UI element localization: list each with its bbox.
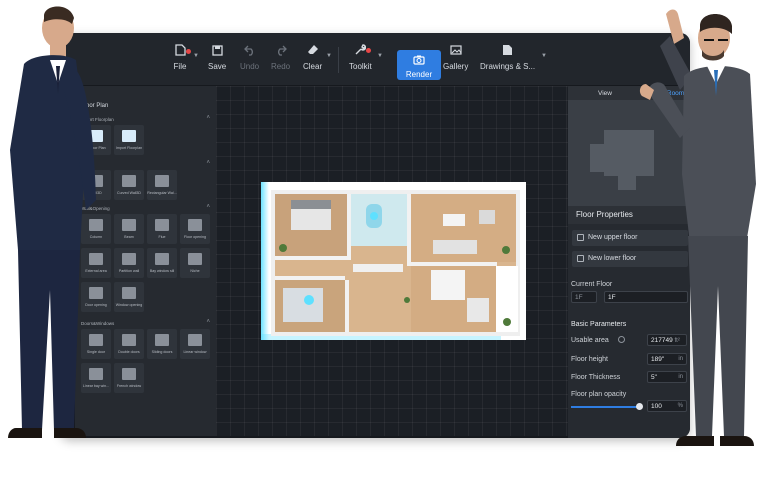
save-icon bbox=[209, 42, 225, 58]
linear-window-icon bbox=[188, 334, 202, 346]
undo-button[interactable]: Undo bbox=[240, 39, 259, 81]
tile-label: Curved Wall3D bbox=[116, 191, 142, 195]
chevron-up-icon[interactable]: ˄ bbox=[206, 160, 210, 166]
file-notification-dot bbox=[186, 49, 191, 54]
floor-height-label: Floor height bbox=[571, 356, 608, 363]
french-window-icon bbox=[122, 368, 136, 380]
tile-label: Window opening bbox=[115, 303, 143, 307]
tile-label: French window bbox=[116, 384, 142, 388]
floor-opening-icon bbox=[188, 219, 202, 231]
redo-icon bbox=[273, 42, 289, 58]
clear-label: Clear bbox=[303, 62, 323, 71]
tile-label: Double doors bbox=[118, 350, 140, 354]
tile-label: Floor opening bbox=[184, 235, 206, 239]
render-label: Render bbox=[405, 69, 433, 79]
render-button[interactable]: Render bbox=[397, 50, 441, 80]
flue-icon bbox=[155, 219, 169, 231]
design-canvas[interactable] bbox=[216, 86, 568, 436]
drawings-icon bbox=[500, 42, 516, 58]
layers-icon bbox=[577, 255, 584, 262]
tile-double-doors[interactable]: Double doors bbox=[114, 329, 144, 359]
tile-partition-wall[interactable]: Partition wall bbox=[114, 248, 144, 278]
usable-area-label: Usable area bbox=[571, 337, 609, 344]
niche-icon bbox=[188, 253, 202, 265]
double-doors-icon bbox=[122, 334, 136, 346]
toolkit-button[interactable]: Toolkit bbox=[349, 39, 372, 81]
tile-beam[interactable]: Beam bbox=[114, 214, 144, 244]
camera-icon bbox=[411, 52, 427, 68]
rectangular-wall-icon bbox=[155, 175, 169, 187]
tile-floor-opening[interactable]: Floor opening bbox=[180, 214, 210, 244]
import-icon bbox=[122, 130, 136, 142]
drawings-label: Drawings & S... bbox=[480, 62, 536, 71]
chevron-down-icon: ▼ bbox=[541, 53, 547, 59]
current-floor-label: Current Floor bbox=[571, 281, 613, 288]
tile-label: Bay window sill bbox=[149, 269, 175, 273]
current-floor-short-field[interactable]: 1F bbox=[571, 291, 597, 303]
chevron-down-icon: ▼ bbox=[326, 53, 332, 59]
gallery-button[interactable]: Gallery bbox=[443, 39, 468, 81]
businessman-left bbox=[8, 6, 96, 438]
tile-rectangular-wall[interactable]: Rectangular Wal... bbox=[147, 170, 177, 200]
file-label: File bbox=[173, 62, 187, 71]
file-button[interactable]: File bbox=[172, 39, 188, 81]
curved-wall-icon bbox=[122, 175, 136, 187]
gallery-label: Gallery bbox=[443, 62, 469, 71]
tile-niche[interactable]: Niche bbox=[180, 248, 210, 278]
floorplan-render[interactable] bbox=[261, 182, 526, 340]
toolbar-divider bbox=[338, 47, 339, 73]
floorplan-drawing bbox=[261, 182, 526, 340]
chevron-up-icon[interactable]: ˄ bbox=[206, 319, 210, 325]
chevron-down-icon: ▼ bbox=[377, 53, 383, 59]
redo-button[interactable]: Redo bbox=[271, 39, 290, 81]
bay-window-icon bbox=[155, 253, 169, 265]
undo-icon bbox=[242, 42, 258, 58]
chevron-up-icon[interactable]: ˄ bbox=[206, 115, 210, 121]
toolkit-notification-dot bbox=[366, 48, 371, 53]
tile-label: Rectangular Wal... bbox=[147, 191, 177, 195]
save-button[interactable]: Save bbox=[208, 39, 226, 81]
drawings-button[interactable]: Drawings & S... bbox=[480, 39, 535, 81]
tile-sliding-doors[interactable]: Sliding doors bbox=[147, 329, 177, 359]
tile-bay-window-sill[interactable]: Bay window sill bbox=[147, 248, 177, 278]
redo-label: Redo bbox=[271, 62, 291, 71]
chevron-up-icon[interactable]: ˄ bbox=[206, 204, 210, 210]
tile-import-floorplan[interactable]: Import Floorplan bbox=[114, 125, 144, 155]
toolkit-label: Toolkit bbox=[349, 62, 372, 71]
app-window: File ▼ Save Undo Redo Clear ▼ Toolkit ▼ … bbox=[60, 33, 690, 438]
chevron-down-icon: ▼ bbox=[193, 53, 199, 59]
tile-label: Flue bbox=[158, 235, 166, 239]
window-opening-icon bbox=[122, 287, 136, 299]
beam-icon bbox=[122, 219, 136, 231]
tile-linear-window[interactable]: Linear window bbox=[180, 329, 210, 359]
clear-button[interactable]: Clear bbox=[303, 39, 322, 81]
partition-wall-icon bbox=[122, 253, 136, 265]
businessman-right bbox=[639, 9, 756, 446]
sliding-doors-icon bbox=[155, 334, 169, 346]
tile-label: Linear window bbox=[183, 350, 207, 354]
tile-label: Sliding doors bbox=[151, 350, 173, 354]
marketing-stage: File ▼ Save Undo Redo Clear ▼ Toolkit ▼ … bbox=[0, 0, 768, 498]
layers-icon bbox=[577, 234, 584, 241]
top-toolbar: File ▼ Save Undo Redo Clear ▼ Toolkit ▼ … bbox=[60, 33, 690, 85]
tile-french-window[interactable]: French window bbox=[114, 363, 144, 393]
tile-flue[interactable]: Flue bbox=[147, 214, 177, 244]
gallery-icon bbox=[448, 42, 464, 58]
tile-label: Niche bbox=[190, 269, 200, 273]
tile-curved-wall[interactable]: Curved Wall3D bbox=[114, 170, 144, 200]
tile-label: Partition wall bbox=[118, 269, 140, 273]
tile-label: Beam bbox=[124, 235, 134, 239]
tile-label: Import Floorplan bbox=[115, 146, 143, 150]
undo-label: Undo bbox=[240, 62, 260, 71]
tile-window-opening[interactable]: Window opening bbox=[114, 282, 144, 312]
save-label: Save bbox=[208, 62, 227, 71]
eraser-icon bbox=[305, 42, 321, 58]
